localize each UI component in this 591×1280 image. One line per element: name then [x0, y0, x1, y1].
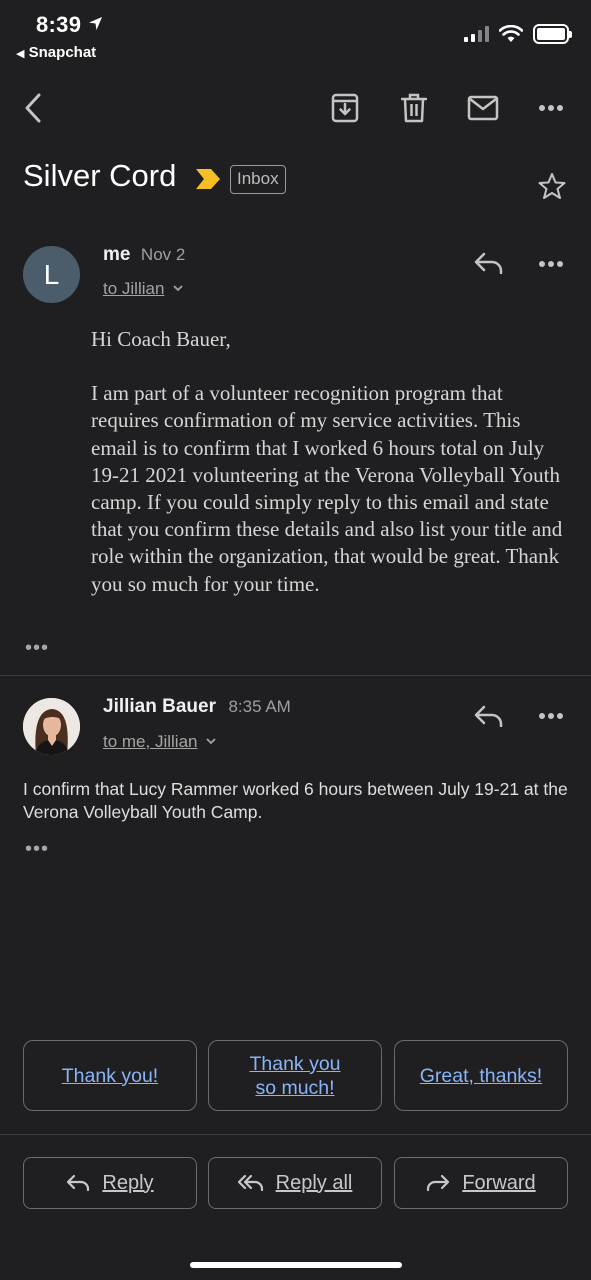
recipients-toggle[interactable]: to me, Jillian: [103, 732, 217, 752]
importance-arrow-icon: [196, 169, 220, 189]
message-divider: [0, 675, 591, 676]
reply-label: Reply: [102, 1171, 154, 1194]
status-time: 8:39: [36, 12, 103, 38]
important-marker[interactable]: [195, 168, 221, 195]
back-button[interactable]: [18, 90, 48, 126]
body-paragraph: I am part of a volunteer recognition pro…: [91, 381, 563, 596]
smart-reply-thank-you[interactable]: Thank you!: [23, 1040, 197, 1111]
actions-divider: [0, 1134, 591, 1135]
wifi-icon: [499, 25, 523, 42]
chevron-down-icon: [206, 738, 216, 745]
forward-icon: [427, 1174, 450, 1192]
smart-reply-text: Thank you: [249, 1052, 341, 1075]
delete-button[interactable]: [399, 92, 429, 124]
message-more-button[interactable]: [536, 706, 566, 726]
email-subject: Silver Cord: [23, 158, 177, 193]
recipients-text: to me, Jillian: [103, 732, 198, 751]
reply-icon: [474, 705, 503, 727]
show-trimmed-content[interactable]: •••: [25, 637, 49, 660]
reply-button[interactable]: Reply: [23, 1157, 197, 1209]
chevron-down-icon: [173, 285, 183, 292]
message-header: Jillian Bauer 8:35 AM: [103, 696, 291, 718]
archive-button[interactable]: [330, 92, 360, 124]
back-to-app[interactable]: ◀ Snapchat: [16, 44, 96, 61]
more-horizontal-icon: [539, 105, 563, 111]
more-horizontal-icon: [539, 261, 563, 267]
smart-reply-text-line2: so much!: [255, 1076, 335, 1099]
show-trimmed-content[interactable]: •••: [25, 838, 49, 861]
forward-label: Forward: [462, 1171, 536, 1194]
smart-reply-text: Thank you!: [61, 1064, 159, 1087]
message-body: Hi Coach Bauer, I am part of a volunteer…: [91, 326, 571, 625]
sender-name: Jillian Bauer: [103, 696, 216, 717]
recipients-toggle[interactable]: to Jillian: [103, 279, 184, 299]
forward-button[interactable]: Forward: [394, 1157, 568, 1209]
reply-all-label: Reply all: [275, 1171, 353, 1194]
mail-icon: [467, 95, 499, 121]
sender-avatar-photo[interactable]: [23, 698, 80, 755]
star-button[interactable]: [536, 170, 568, 202]
back-triangle-icon: ◀: [16, 48, 25, 60]
reply-all-icon: [237, 1174, 263, 1192]
reply-icon: [474, 252, 503, 274]
inbox-label-chip[interactable]: Inbox: [230, 165, 286, 194]
message-more-button[interactable]: [536, 254, 566, 274]
mark-unread-button[interactable]: [466, 94, 500, 122]
status-icons: [464, 24, 572, 44]
smart-reply-great-thanks[interactable]: Great, thanks!: [394, 1040, 568, 1111]
more-horizontal-icon: [539, 713, 563, 719]
message-date: Nov 2: [140, 245, 186, 264]
message-header: me Nov 2: [103, 244, 185, 266]
reply-icon: [67, 1174, 90, 1192]
sender-avatar[interactable]: L: [23, 246, 80, 303]
message-body: I confirm that Lucy Rammer worked 6 hour…: [23, 779, 568, 822]
star-icon: [538, 173, 566, 199]
more-options-button[interactable]: [536, 96, 566, 120]
archive-icon: [331, 93, 359, 123]
location-arrow-icon: [88, 16, 102, 31]
reply-all-button[interactable]: Reply all: [208, 1157, 382, 1209]
message-date: 8:35 AM: [228, 697, 291, 716]
cellular-signal-icon: [464, 26, 489, 42]
back-app-label: Snapchat: [28, 44, 97, 61]
recipients-text: to Jillian: [103, 279, 165, 298]
smart-reply-thank-you-so-much[interactable]: Thank you so much!: [208, 1040, 382, 1111]
chevron-left-icon: [25, 93, 41, 123]
reply-icon-button[interactable]: [472, 249, 506, 277]
greeting: Hi Coach Bauer,: [91, 327, 231, 351]
reply-icon-button[interactable]: [472, 702, 506, 730]
clock-text: 8:39: [36, 12, 82, 37]
profile-photo-icon: [23, 698, 80, 755]
home-indicator[interactable]: [190, 1262, 402, 1268]
battery-icon: [533, 24, 572, 44]
smart-reply-text: Great, thanks!: [419, 1064, 543, 1087]
sender-name: me: [103, 244, 131, 265]
trash-icon: [401, 93, 427, 123]
